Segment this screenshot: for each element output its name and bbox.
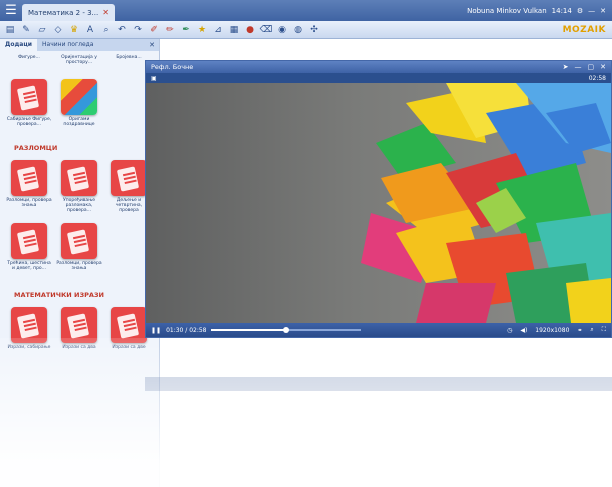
highlighter-icon[interactable]: ✏ [164,24,176,36]
list-item[interactable]: Фигуре... [6,53,52,60]
section-title: РАЗЛОМЦИ [14,144,58,152]
window-close-icon[interactable]: ✕ [600,63,606,71]
video-title-bar[interactable]: Рефл. Бочне ➤ — ▢ ✕ [146,61,611,73]
settings-icon[interactable]: ⚙ [577,7,583,15]
tab-addons[interactable]: Додаци [0,39,38,51]
zoom-icon[interactable]: ⌕ [100,24,112,36]
document-icon [61,160,97,196]
link-icon[interactable]: ⚭ [577,327,582,334]
list-item[interactable]: Сабирање Фигуре, провера... [6,79,52,127]
volume-icon[interactable]: ◀) [520,327,527,334]
share-icon[interactable]: ➤ [563,63,569,71]
video-frame[interactable] [146,83,611,323]
marker-icon[interactable]: ✐ [148,24,160,36]
document-icon [61,223,97,259]
pen-icon[interactable]: ✎ [20,24,32,36]
document-icon [11,79,47,115]
list-item[interactable]: Упоређивање разломака, провера... [56,160,102,214]
layers-icon[interactable]: ▤ [4,24,16,36]
ruler-icon[interactable]: ⊿ [212,24,224,36]
window-close-icon[interactable]: ✕ [600,7,606,15]
menu-icon[interactable]: ☰ [0,0,22,21]
list-item[interactable]: Оријентација у простору... [56,53,102,65]
time-label: 01:30 / 02:58 [166,326,207,334]
globe-icon[interactable]: ◍ [292,24,304,36]
list-item[interactable]: Разломци, провера знања [56,223,102,271]
progress-bar[interactable] [211,327,362,333]
list-item[interactable]: Оригами поздравнице [56,79,102,127]
eraser-icon[interactable]: ▱ [36,24,48,36]
video-title: Рефл. Бочне [151,63,194,71]
file-icon: ▣ [151,74,157,82]
progress-fill [211,329,287,331]
clock-icon[interactable]: ◷ [507,327,512,334]
document-icon [11,160,47,196]
document-tab[interactable]: Математика 2 - 3... ✕ [22,4,115,21]
close-tab-icon[interactable]: ✕ [102,8,109,17]
document-icon [11,223,47,259]
pause-icon[interactable]: ❚❚ [151,327,161,334]
close-panel-icon[interactable]: ✕ [145,39,159,51]
video-player-window[interactable]: Рефл. Бочне ➤ — ▢ ✕ ▣ 02:58 ❚❚ 01:30 / 0… [145,60,612,338]
text-icon[interactable]: A [84,24,96,36]
document-icon [111,160,147,196]
title-bar-right: Nobuna Minkov Vulkan 14:14 ⚙ — ✕ [467,7,612,15]
star-icon[interactable]: ★ [196,24,208,36]
fullscreen-icon[interactable]: ⛶ [602,326,606,334]
main-toolbar: ▤ ✎ ▱ ◇ ♛ A ⌕ ↶ ↷ ✐ ✏ ✒ ★ ⊿ ▦ ● ⌫ ◉ ◍ ✣ … [0,21,612,39]
origami-image [361,83,611,323]
tab-view-modes[interactable]: Начини погледа [37,39,98,51]
puzzle-icon[interactable]: ✣ [308,24,320,36]
table-icon[interactable]: ▦ [228,24,240,36]
user-name: Nobuna Minkov Vulkan [467,6,547,15]
app-window: ☰ Математика 2 - 3... ✕ Nobuna Minkov Vu… [0,0,612,487]
window-maximize-icon[interactable]: ▢ [588,63,595,71]
reflection-bar [145,377,612,391]
camera-icon[interactable]: ◉ [276,24,288,36]
duration-label: 02:58 [588,74,606,82]
video-controls: ❚❚ 01:30 / 02:58 ◷ ◀) 1920x1080 ⚭ ⌕ ⛶ [146,323,611,337]
quality-label[interactable]: 1920x1080 [535,327,569,334]
section-title: МАТЕМАТИЧКИ ИЗРАЗИ [14,291,104,299]
clock: 14:14 [551,6,572,15]
reflection-effect [0,338,612,487]
title-bar: ☰ Математика 2 - 3... ✕ Nobuna Minkov Vu… [0,0,612,21]
search-icon[interactable]: ⌕ [590,326,593,334]
window-minimize-icon[interactable]: — [575,63,582,71]
undo-icon[interactable]: ↶ [116,24,128,36]
left-panel-tabs: Додаци Начини погледа ✕ [0,39,159,51]
shapes-icon[interactable]: ◇ [52,24,64,36]
list-item[interactable]: Разломци, провера знања [6,160,52,208]
redo-icon[interactable]: ↷ [132,24,144,36]
image-thumbnail [61,79,97,115]
document-tab-label: Математика 2 - 3... [28,8,99,17]
brand-logo: MOZAIK [562,24,606,35]
crown-icon[interactable]: ♛ [68,24,80,36]
circle-icon[interactable]: ● [244,24,256,36]
progress-handle[interactable] [283,327,290,333]
brush-icon[interactable]: ✒ [180,24,192,36]
window-minimize-icon[interactable]: — [588,7,595,15]
video-info-bar: ▣ 02:58 [146,73,611,83]
list-item[interactable]: Трећина, шестина и девет, про... [6,223,52,271]
trash-icon[interactable]: ⌫ [260,24,273,36]
